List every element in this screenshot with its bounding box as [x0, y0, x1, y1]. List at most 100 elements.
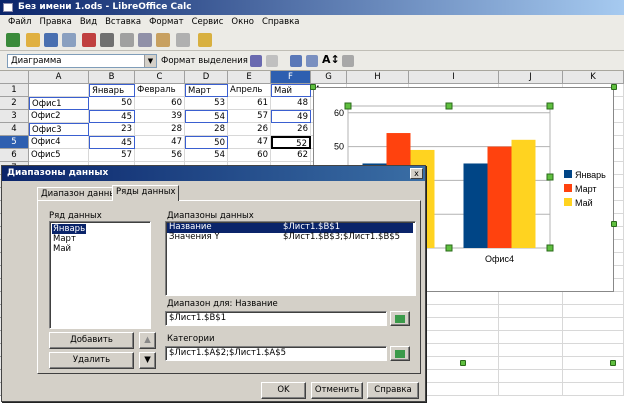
- copy-icon[interactable]: [138, 33, 152, 47]
- grid-cell[interactable]: 52: [271, 136, 311, 149]
- grid-cell[interactable]: Май: [271, 84, 311, 97]
- resize-handle[interactable]: [610, 360, 616, 366]
- grid-cell[interactable]: [29, 84, 89, 97]
- legend-icon[interactable]: [306, 55, 318, 67]
- row-header[interactable]: 1: [0, 84, 29, 97]
- resize-handle[interactable]: [460, 360, 466, 366]
- grid-cell[interactable]: [563, 305, 624, 318]
- grid-cell[interactable]: 54: [185, 149, 228, 162]
- grid-cell[interactable]: 23: [89, 123, 135, 136]
- selection-format-button[interactable]: Формат выделения: [161, 56, 248, 66]
- grid-cell[interactable]: 53: [185, 97, 228, 110]
- chart-element-select[interactable]: Диаграмма: [7, 54, 157, 68]
- menu-help[interactable]: Справка: [258, 17, 303, 27]
- grid-cell[interactable]: 50: [185, 136, 228, 149]
- close-icon[interactable]: x: [410, 168, 423, 179]
- categories-input[interactable]: $Лист1.$A$2;$Лист1.$A$5: [165, 346, 387, 361]
- grid-cell[interactable]: 47: [135, 136, 185, 149]
- grid-cell[interactable]: 60: [228, 149, 271, 162]
- grid-cell[interactable]: 61: [228, 97, 271, 110]
- data-table-icon[interactable]: [266, 55, 278, 67]
- row-header[interactable]: 3: [0, 110, 29, 123]
- table-row[interactable]: Значения Y $Лист1.$B$3;$Лист1.$B$5: [167, 232, 413, 243]
- scale-text-icon[interactable]: A↕: [322, 53, 340, 66]
- grid-cell[interactable]: 49: [271, 110, 311, 123]
- grid-cell[interactable]: [563, 331, 624, 344]
- grid-cell[interactable]: [563, 344, 624, 357]
- column-header[interactable]: J: [499, 71, 563, 84]
- row-header[interactable]: 4: [0, 123, 29, 136]
- column-header[interactable]: K: [563, 71, 624, 84]
- menu-window[interactable]: Окно: [227, 17, 258, 27]
- grid-cell[interactable]: Офис3: [29, 123, 89, 136]
- grid-cell[interactable]: [499, 292, 563, 305]
- row-header[interactable]: 5: [0, 136, 29, 149]
- move-down-icon[interactable]: ▼: [139, 352, 156, 369]
- grid-cell[interactable]: 57: [228, 110, 271, 123]
- save-icon[interactable]: [44, 33, 58, 47]
- column-header[interactable]: I: [409, 71, 499, 84]
- grid-cell[interactable]: 54: [185, 110, 228, 123]
- grid-cell[interactable]: 56: [135, 149, 185, 162]
- new-document-icon[interactable]: [6, 33, 20, 47]
- print-icon[interactable]: [100, 33, 114, 47]
- paste-icon[interactable]: [156, 33, 170, 47]
- grid-cell[interactable]: 60: [135, 97, 185, 110]
- grid-cell[interactable]: [499, 305, 563, 318]
- column-header[interactable]: H: [347, 71, 409, 84]
- grid-cell[interactable]: [499, 383, 563, 396]
- column-header[interactable]: B: [89, 71, 135, 84]
- help-button[interactable]: Справка: [367, 382, 419, 399]
- open-icon[interactable]: [26, 33, 40, 47]
- cancel-button[interactable]: Отменить: [311, 382, 363, 399]
- grid-cell[interactable]: [563, 318, 624, 331]
- chart-type-icon[interactable]: [250, 55, 262, 67]
- ranges-list[interactable]: Название $Лист1.$B$1 Значения Y $Лист1.$…: [165, 221, 416, 296]
- column-header[interactable]: G: [311, 71, 347, 84]
- grid-cell[interactable]: 28: [185, 123, 228, 136]
- row-header[interactable]: 6: [0, 149, 29, 162]
- export-pdf-icon[interactable]: [82, 33, 96, 47]
- column-header[interactable]: D: [185, 71, 228, 84]
- move-up-icon[interactable]: ▲: [139, 332, 156, 349]
- grid-cell[interactable]: 50: [89, 97, 135, 110]
- row-header[interactable]: 2: [0, 97, 29, 110]
- grid-cell[interactable]: 26: [271, 123, 311, 136]
- shrink-button[interactable]: [390, 346, 410, 361]
- menu-view[interactable]: Вид: [76, 17, 101, 27]
- resize-handle[interactable]: [611, 221, 617, 227]
- grid-cell[interactable]: 48: [271, 97, 311, 110]
- column-header[interactable]: E: [228, 71, 271, 84]
- column-header[interactable]: A: [29, 71, 89, 84]
- column-header[interactable]: C: [135, 71, 185, 84]
- remove-series-button[interactable]: Удалить: [49, 352, 134, 369]
- chevron-down-icon[interactable]: ▼: [144, 55, 156, 67]
- grid-cell[interactable]: Апрель: [228, 84, 271, 97]
- shrink-button[interactable]: [390, 311, 410, 326]
- grid-cell[interactable]: Февраль: [135, 84, 185, 97]
- menu-format[interactable]: Формат: [145, 17, 188, 27]
- add-series-button[interactable]: Добавить: [49, 332, 134, 349]
- menu-tools[interactable]: Сервис: [188, 17, 228, 27]
- column-header[interactable]: F: [271, 71, 311, 84]
- resize-handle[interactable]: [611, 84, 617, 90]
- grid-cell[interactable]: [499, 344, 563, 357]
- undo-icon[interactable]: [198, 33, 212, 47]
- grid-cell[interactable]: Январь: [89, 84, 135, 97]
- grid-cell[interactable]: Март: [185, 84, 228, 97]
- grid-cell[interactable]: 62: [271, 149, 311, 162]
- grid-cell[interactable]: Офис4: [29, 136, 89, 149]
- grid-cell[interactable]: Офис2: [29, 110, 89, 123]
- grid-cell[interactable]: [563, 292, 624, 305]
- grid-cell[interactable]: Офис1: [29, 97, 89, 110]
- grid-cell[interactable]: 57: [89, 149, 135, 162]
- grid-cell[interactable]: [563, 370, 624, 383]
- menu-insert[interactable]: Вставка: [101, 17, 145, 27]
- grid-cell[interactable]: [499, 318, 563, 331]
- list-item[interactable]: Март: [52, 234, 77, 244]
- tab-data-series[interactable]: Ряды данных: [112, 185, 180, 201]
- series-list[interactable]: Январь Март Май: [49, 221, 151, 329]
- list-item[interactable]: Январь: [52, 224, 87, 234]
- list-item[interactable]: Май: [52, 244, 72, 254]
- grid-cell[interactable]: [499, 370, 563, 383]
